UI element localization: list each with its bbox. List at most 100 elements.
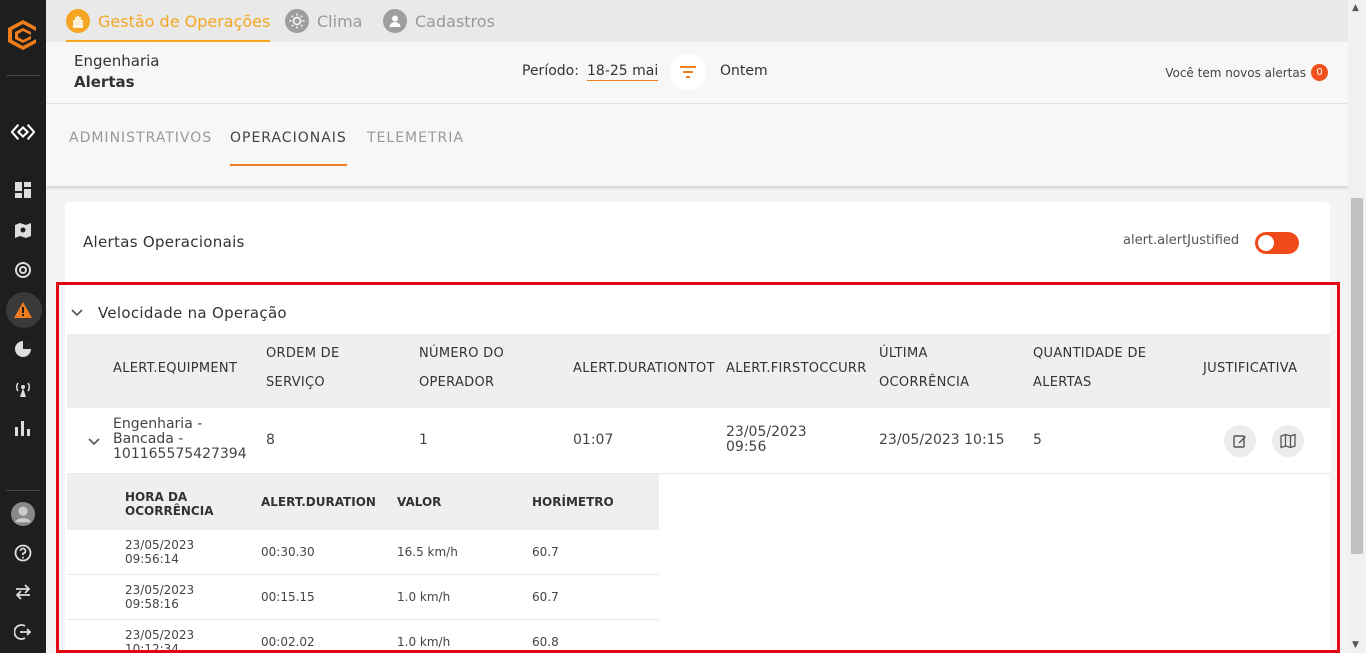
app-tab-cadastros[interactable]: Cadastros xyxy=(383,0,495,42)
column-header-line: ORDEM DE xyxy=(266,346,340,361)
bar-chart-icon[interactable] xyxy=(11,416,35,440)
period-shortcut-ontem[interactable]: Ontem xyxy=(720,63,768,79)
cell-hourmeter: 60.8 xyxy=(532,635,559,649)
app-tab-clima[interactable]: Clima xyxy=(285,0,362,42)
column-header-line: QUANTIDADE DE xyxy=(1033,346,1147,361)
column-header-equipment: ALERT.EQUIPMENT xyxy=(113,361,238,376)
tracking-icon[interactable] xyxy=(11,258,35,282)
cell-value: 1.0 km/h xyxy=(397,590,451,604)
filter-icon xyxy=(680,66,696,78)
justified-toggle[interactable] xyxy=(1255,232,1299,254)
page-title: Alertas xyxy=(74,73,135,91)
table-row: 23/05/2023 09:56:14 00:30.30 16.5 km/h 6… xyxy=(67,530,659,575)
view-map-button[interactable] xyxy=(1272,425,1304,457)
column-header-line: HORA DA xyxy=(125,490,188,504)
help-icon[interactable] xyxy=(11,541,35,565)
breadcrumb-parent[interactable]: Engenharia xyxy=(74,52,159,70)
hand-wave-icon xyxy=(66,9,90,33)
column-header-operator-number: NÚMERO DO OPERADOR xyxy=(419,339,504,397)
tab-administrativos[interactable]: ADMINISTRATIVOS xyxy=(69,130,212,164)
edit-note-icon xyxy=(1233,435,1246,448)
card-title: Alertas Operacionais xyxy=(83,233,245,251)
pie-chart-icon[interactable] xyxy=(11,337,35,361)
cell-value: 16.5 km/h xyxy=(397,545,458,559)
column-header-occurrence-time: HORA DA OCORRÊNCIA xyxy=(125,490,214,518)
cell-value: 1.0 km/h xyxy=(397,635,451,649)
scroll-up-arrow-icon[interactable]: ▲ xyxy=(1352,3,1359,13)
column-header-duration: ALERT.DURATION xyxy=(261,495,376,509)
app-tab-label: Gestão de Operações xyxy=(98,11,271,31)
cell-duration: 00:30.30 xyxy=(261,545,315,559)
column-header-service-order: ORDEM DE SERVIÇO xyxy=(266,339,339,397)
cell-occurrence-time: 23/05/2023 09:58:16 xyxy=(125,583,194,611)
cell-equipment: Engenharia - Bancada - 101165575427394 xyxy=(113,417,247,462)
cell-duration: 00:15.15 xyxy=(261,590,315,604)
cell-line: 09:56 xyxy=(726,439,767,455)
tab-telemetria[interactable]: TELEMETRIA xyxy=(367,130,464,164)
cell-service-order: 8 xyxy=(266,432,275,448)
cell-first-occurrence: 23/05/2023 09:56 xyxy=(726,425,807,455)
toggle-knob xyxy=(1258,235,1274,251)
antenna-icon[interactable] xyxy=(11,377,35,401)
sidebar-divider xyxy=(6,75,40,76)
map-icon[interactable] xyxy=(11,218,35,242)
sidebar xyxy=(0,0,46,653)
cell-line: 23/05/2023 xyxy=(125,628,195,642)
table-row[interactable]: Engenharia - Bancada - 101165575427394 8… xyxy=(67,408,1331,474)
column-header-hourmeter: HORÍMETRO xyxy=(532,495,614,509)
column-header-line: ÚLTIMA xyxy=(879,346,928,361)
section-tabs: ADMINISTRATIVOS OPERACIONAIS TELEMETRIA xyxy=(46,104,1348,186)
cell-occurrence-time: 23/05/2023 09:56:14 xyxy=(125,538,194,566)
user-avatar-icon[interactable] xyxy=(11,502,35,526)
new-alerts-text: Você tem novos alertas xyxy=(1165,65,1306,80)
period-date-picker[interactable]: 18-25 mai xyxy=(587,63,659,81)
new-alerts-notice[interactable]: Você tem novos alertas 0 xyxy=(1165,64,1328,81)
swap-icon[interactable] xyxy=(11,580,35,604)
page-scrollbar[interactable]: ▲ ▼ xyxy=(1348,0,1366,653)
column-header-first-occurrence: ALERT.FIRSTOCCURR xyxy=(726,361,867,376)
column-header-last-occurrence: ÚLTIMA OCORRÊNCIA xyxy=(879,339,969,397)
column-header-line: ALERTAS xyxy=(1033,375,1092,390)
table-row: 23/05/2023 10:12:34 00:02.02 1.0 km/h 60… xyxy=(67,620,659,653)
cell-line: 101165575427394 xyxy=(113,446,247,462)
justified-toggle-label: alert.alertJustified xyxy=(1123,233,1240,248)
alerts-count-badge: 0 xyxy=(1311,64,1328,81)
module-switch-icon[interactable] xyxy=(11,120,35,144)
justify-alert-button[interactable] xyxy=(1224,425,1256,457)
app-tab-label: Clima xyxy=(317,11,363,31)
map-icon xyxy=(1280,433,1296,449)
cell-duration-total: 01:07 xyxy=(573,432,614,448)
period-label: Período: xyxy=(522,63,579,79)
cell-line: 09:58:16 xyxy=(125,597,179,611)
occurrences-table-header: HORA DA OCORRÊNCIA ALERT.DURATION VALOR … xyxy=(67,474,659,530)
cell-operator-number: 1 xyxy=(419,432,428,448)
app-tab-label: Cadastros xyxy=(415,11,495,31)
alert-group-title[interactable]: Velocidade na Operação xyxy=(98,304,287,322)
cell-last-occurrence: 23/05/2023 10:15 xyxy=(879,432,1005,448)
column-header-line: OPERADOR xyxy=(419,375,495,390)
cell-line: Bancada - xyxy=(113,431,184,447)
group-collapse-chevron-icon[interactable] xyxy=(70,304,84,318)
scrollbar-thumb[interactable] xyxy=(1351,198,1363,554)
user-icon xyxy=(383,9,407,33)
app-tabs-bar: Gestão de Operações Clima Cadastros xyxy=(46,0,1366,42)
column-header-line: NÚMERO DO xyxy=(419,346,505,361)
column-header-line: OCORRÊNCIA xyxy=(879,375,970,390)
row-expand-chevron-icon[interactable] xyxy=(87,433,101,447)
logout-icon[interactable] xyxy=(11,620,35,644)
scroll-down-arrow-icon[interactable]: ▼ xyxy=(1352,640,1359,650)
filter-button[interactable] xyxy=(670,54,706,90)
cell-alert-count: 5 xyxy=(1033,432,1042,448)
cell-hourmeter: 60.7 xyxy=(532,590,559,604)
dashboard-icon[interactable] xyxy=(11,178,35,202)
brand-logo-icon[interactable] xyxy=(6,18,40,52)
column-header-justification: JUSTIFICATIVA xyxy=(1203,361,1298,376)
alert-warning-icon[interactable] xyxy=(11,298,35,322)
app-tab-gestao-operacoes[interactable]: Gestão de Operações xyxy=(66,0,271,42)
table-row: 23/05/2023 09:58:16 00:15.15 1.0 km/h 60… xyxy=(67,575,659,620)
cell-line: 09:56:14 xyxy=(125,552,179,566)
cell-hourmeter: 60.7 xyxy=(532,545,559,559)
column-header-alert-count: QUANTIDADE DE ALERTAS xyxy=(1033,339,1146,397)
tab-operacionais[interactable]: OPERACIONAIS xyxy=(230,130,347,166)
cell-line: 10:12:34 xyxy=(125,642,179,653)
